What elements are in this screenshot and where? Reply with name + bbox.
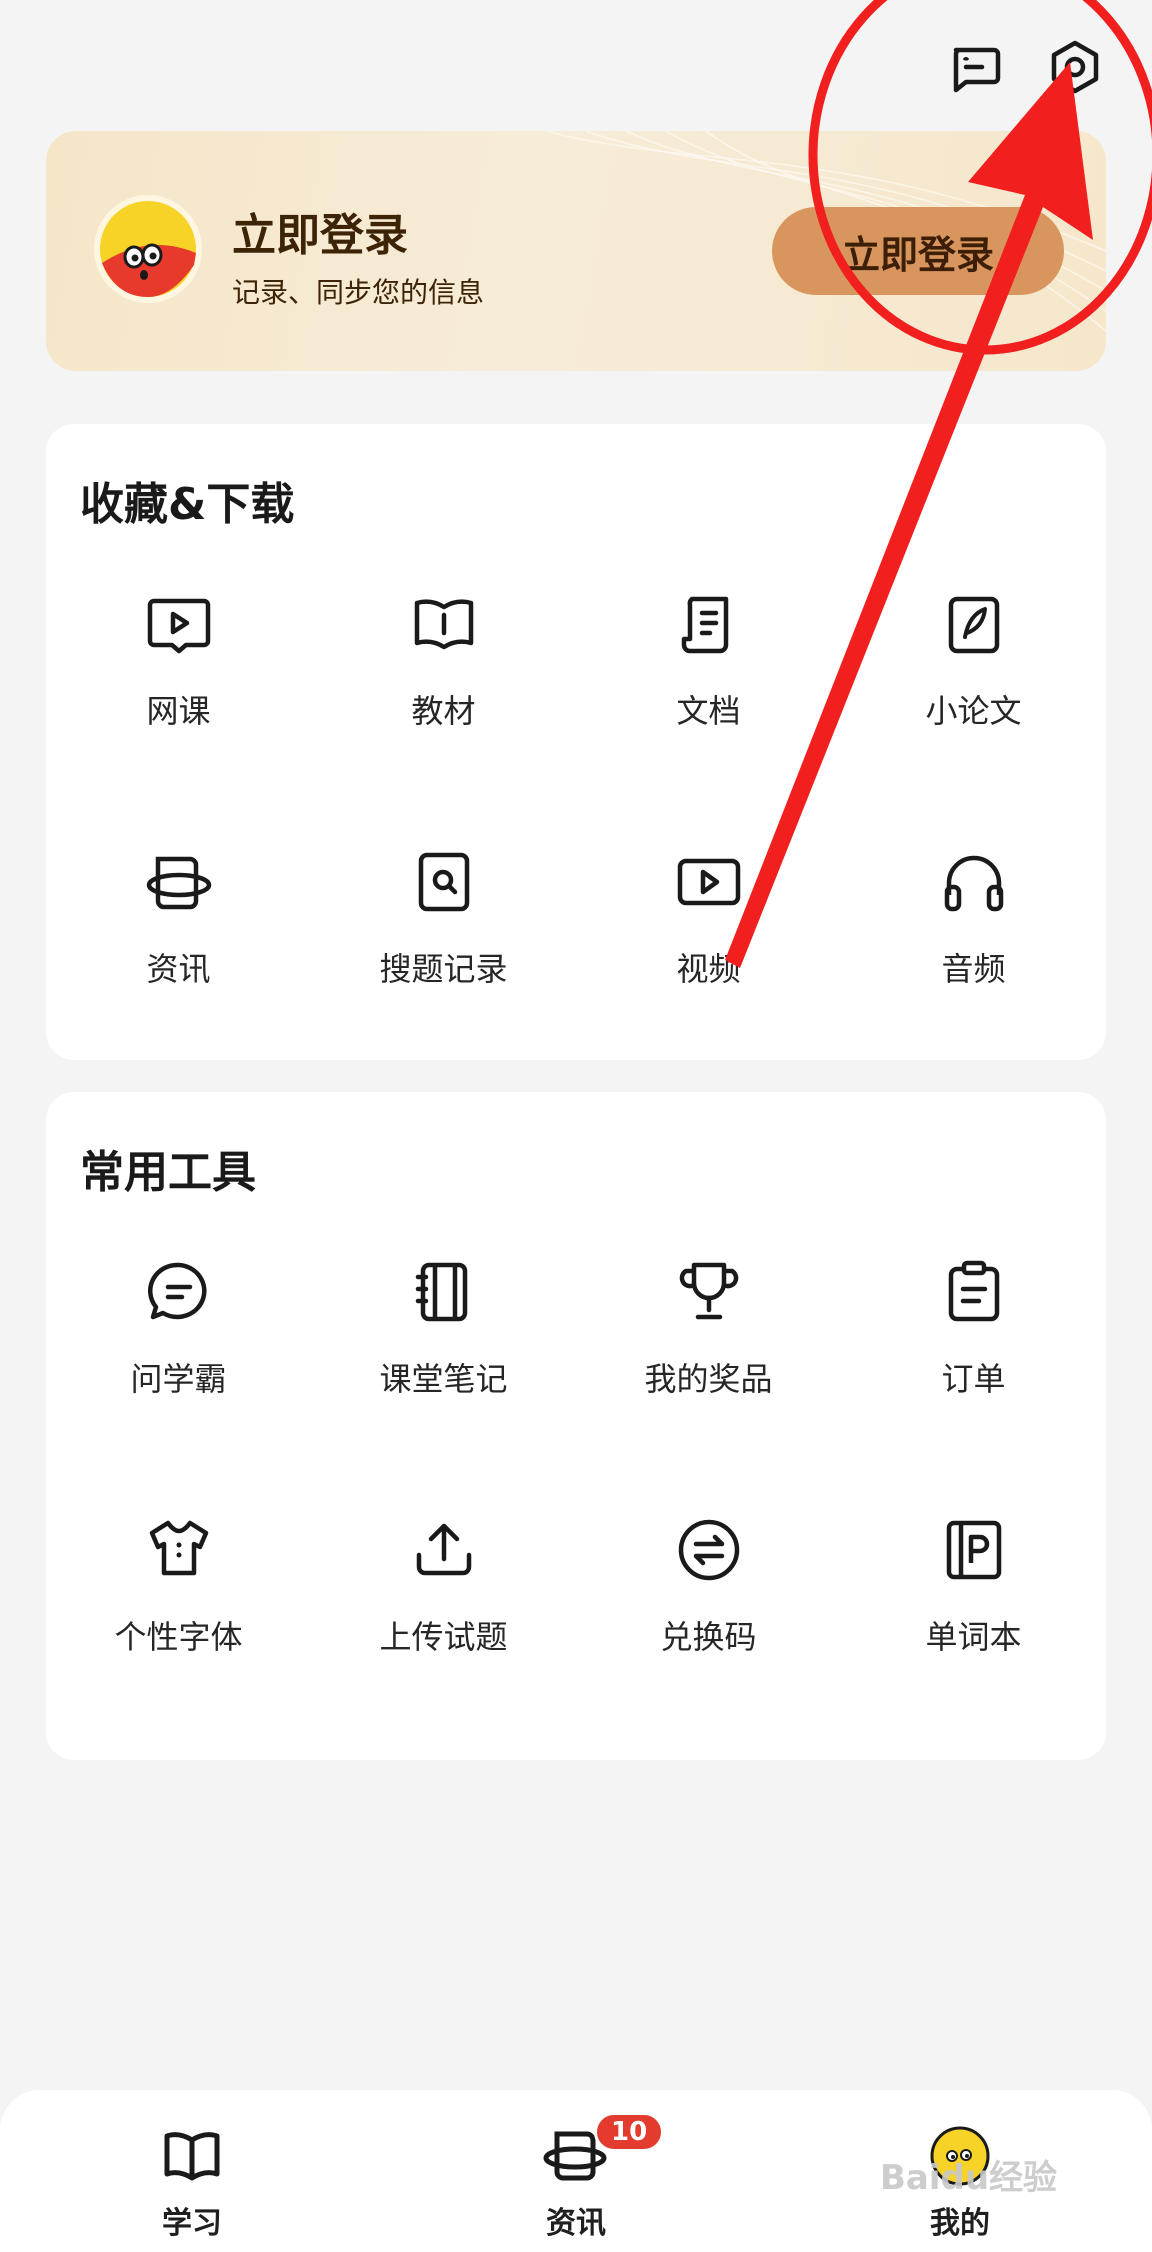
fav-item-label: 教材 bbox=[411, 692, 476, 730]
avatar[interactable] bbox=[92, 193, 204, 305]
fav-item-document[interactable]: 文档 bbox=[576, 584, 841, 784]
fav-item-label: 文档 bbox=[676, 692, 741, 730]
fav-item-news[interactable]: 资讯 bbox=[46, 842, 311, 1042]
fav-item-label: 视频 bbox=[676, 950, 741, 988]
fav-item-label: 搜题记录 bbox=[379, 950, 508, 988]
tool-item-wordbook[interactable]: 单词本 bbox=[841, 1510, 1106, 1710]
tool-item-label: 订单 bbox=[941, 1360, 1006, 1398]
exchange-icon bbox=[669, 1510, 749, 1590]
settings-icon[interactable] bbox=[1042, 34, 1108, 100]
tool-item-notes[interactable]: 课堂笔记 bbox=[311, 1252, 576, 1452]
headphones-icon bbox=[934, 842, 1014, 922]
tool-item-redeem[interactable]: 兑换码 bbox=[576, 1510, 841, 1710]
tool-item-label: 上传试题 bbox=[379, 1618, 508, 1656]
tool-item-label: 我的奖品 bbox=[644, 1360, 773, 1398]
book-icon bbox=[161, 2126, 223, 2190]
fav-item-search-record[interactable]: 搜题记录 bbox=[311, 842, 576, 1042]
clipboard-icon bbox=[934, 1252, 1014, 1332]
fav-item-audio[interactable]: 音频 bbox=[841, 842, 1106, 1042]
chat-icon bbox=[139, 1252, 219, 1332]
tool-item-ask[interactable]: 问学霸 bbox=[46, 1252, 311, 1452]
tool-item-label: 问学霸 bbox=[130, 1360, 227, 1398]
tool-item-orders[interactable]: 订单 bbox=[841, 1252, 1106, 1452]
document-icon bbox=[669, 584, 749, 664]
favorites-card: 收藏&下载 网课 教材 文档 小论文 资讯 搜题记录 视频 音频 bbox=[46, 424, 1106, 1060]
login-subtitle: 记录、同步您的信息 bbox=[232, 276, 485, 309]
nav-label: 我的 bbox=[930, 2206, 990, 2241]
tool-item-label: 个性字体 bbox=[114, 1618, 243, 1656]
fav-item-essay[interactable]: 小论文 bbox=[841, 584, 1106, 784]
book-icon bbox=[404, 584, 484, 664]
tool-item-label: 单词本 bbox=[925, 1618, 1022, 1656]
video-icon bbox=[669, 842, 749, 922]
search-record-icon bbox=[404, 842, 484, 922]
fav-item-course[interactable]: 网课 bbox=[46, 584, 311, 784]
watermark: Baidu经验 bbox=[880, 2158, 1058, 2198]
tool-item-fonts[interactable]: 个性字体 bbox=[46, 1510, 311, 1710]
fav-item-textbook[interactable]: 教材 bbox=[311, 584, 576, 784]
fav-item-video[interactable]: 视频 bbox=[576, 842, 841, 1042]
trophy-icon bbox=[669, 1252, 749, 1332]
fav-item-label: 音频 bbox=[941, 950, 1006, 988]
nav-label: 学习 bbox=[162, 2206, 222, 2241]
tool-item-label: 课堂笔记 bbox=[379, 1360, 508, 1398]
upload-icon bbox=[404, 1510, 484, 1590]
notification-badge: 10 bbox=[594, 2112, 665, 2152]
wordbook-icon bbox=[934, 1510, 1014, 1590]
notebook-icon bbox=[404, 1252, 484, 1332]
nav-label: 资讯 bbox=[546, 2206, 606, 2241]
tools-card: 常用工具 问学霸 课堂笔记 我的奖品 订单 个性字体 上传试题 兑换码 单词本 bbox=[46, 1092, 1106, 1760]
fav-item-label: 资讯 bbox=[146, 950, 211, 988]
fav-item-label: 网课 bbox=[146, 692, 211, 730]
fav-item-label: 小论文 bbox=[925, 692, 1022, 730]
top-bar bbox=[0, 0, 1152, 130]
login-title: 立即登录 bbox=[232, 210, 408, 261]
shirt-icon bbox=[139, 1510, 219, 1590]
tool-item-prizes[interactable]: 我的奖品 bbox=[576, 1252, 841, 1452]
tool-item-label: 兑换码 bbox=[660, 1618, 757, 1656]
tool-item-upload[interactable]: 上传试题 bbox=[311, 1510, 576, 1710]
login-banner[interactable]: 立即登录 记录、同步您的信息 立即登录 bbox=[46, 131, 1106, 371]
news-icon bbox=[139, 842, 219, 922]
message-icon[interactable] bbox=[942, 34, 1008, 100]
video-course-icon bbox=[139, 584, 219, 664]
nav-study[interactable]: 学习 bbox=[92, 2126, 292, 2242]
login-button[interactable]: 立即登录 bbox=[772, 207, 1064, 295]
nav-news[interactable]: 10 资讯 bbox=[476, 2112, 676, 2242]
pen-icon bbox=[934, 584, 1014, 664]
